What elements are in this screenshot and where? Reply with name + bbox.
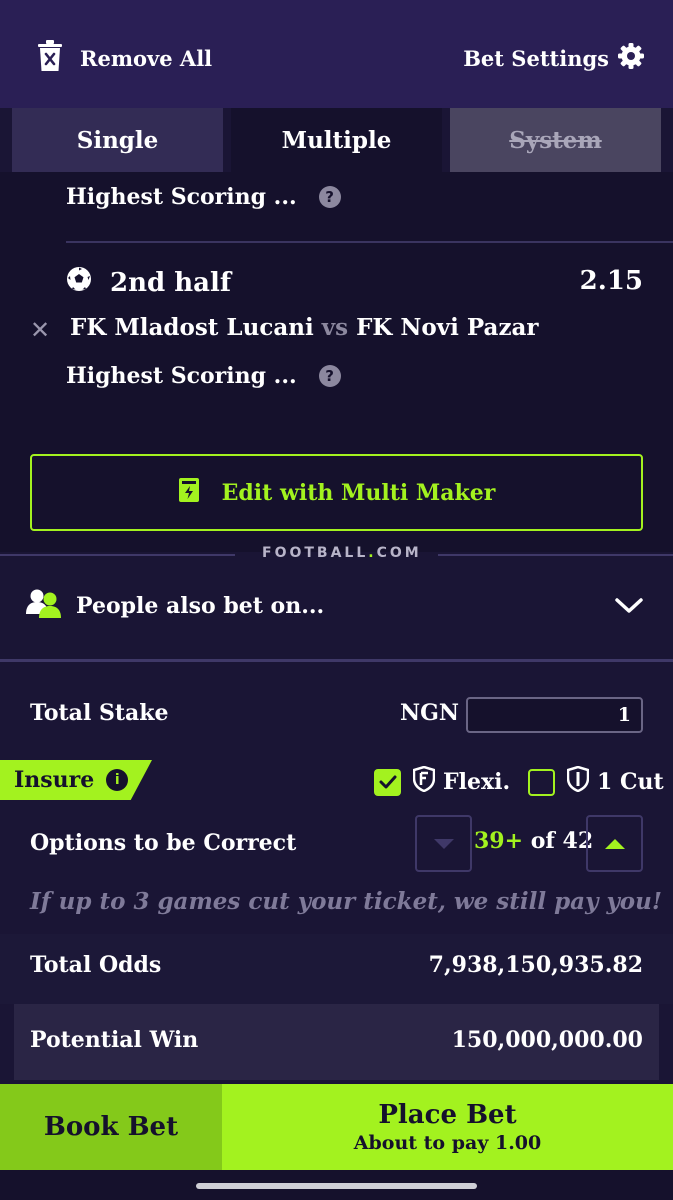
brand-logo: FOOTBALL.COM (262, 545, 419, 561)
flexi-icon (412, 765, 436, 798)
edit-multi-maker-button[interactable]: Edit with Multi Maker (30, 454, 643, 531)
bet-divider (66, 241, 673, 243)
total-stake-label: Total Stake (30, 700, 169, 726)
section-divider (0, 659, 673, 662)
bet-settings-button[interactable]: Bet Settings (463, 38, 645, 78)
tab-multiple[interactable]: Multiple (231, 108, 442, 172)
one-cut-checkbox[interactable] (528, 768, 555, 796)
away-team: FK Novi Pazar (356, 314, 539, 341)
bet-market: Highest Scoring ... ? (66, 184, 341, 210)
insure-label: Insure (14, 767, 95, 793)
flexi-label: Flexi. (443, 769, 511, 795)
trash-icon (36, 39, 64, 78)
one-cut-label: 1 Cut (597, 769, 664, 795)
match-teams: FK Mladost Lucani vs FK Novi Pazar (70, 314, 539, 341)
tab-system: System (450, 108, 661, 172)
multi-maker-label: Edit with Multi Maker (221, 479, 496, 506)
brand-dot: . (368, 545, 377, 561)
soccer-ball-icon (66, 266, 92, 299)
people-icon (26, 588, 62, 624)
selection-label: 2nd half (110, 267, 232, 298)
bet-settings-label: Bet Settings (463, 45, 609, 71)
options-correct-count: 39+ (474, 828, 524, 854)
currency-label: NGN (400, 700, 460, 726)
increment-button[interactable] (586, 815, 643, 872)
chevron-down-icon[interactable] (614, 596, 644, 620)
home-team: FK Mladost Lucani (70, 314, 314, 341)
people-also-bet-label: People also bet on... (76, 593, 325, 619)
total-odds-label: Total Odds (30, 952, 162, 978)
flexi-checkbox[interactable] (374, 768, 401, 796)
options-correct-value: 39+ of 42 (474, 828, 593, 854)
multi-maker-icon (178, 477, 200, 509)
brand-left: FOOTBALL (262, 545, 369, 561)
total-odds-value: 7,938,150,935.82 (428, 952, 643, 978)
one-cut-option[interactable]: 1 Cut (528, 765, 664, 798)
bet-market: Highest Scoring ... ? (66, 363, 341, 389)
book-bet-button[interactable]: Book Bet (0, 1084, 222, 1170)
gear-icon (617, 42, 645, 75)
people-also-bet-toggle[interactable]: People also bet on... (26, 588, 324, 624)
remove-all-button[interactable]: Remove All (36, 38, 212, 78)
flexi-option[interactable]: Flexi. (374, 765, 511, 798)
options-correct-label: Options to be Correct (30, 830, 297, 856)
bet-selection: 2nd half (66, 266, 231, 299)
place-bet-subtext: About to pay 1.00 (353, 1132, 542, 1154)
brand-divider (0, 554, 235, 556)
decrement-button[interactable] (415, 815, 472, 872)
place-bet-button[interactable]: Place Bet About to pay 1.00 (222, 1084, 673, 1170)
potential-win-value: 150,000,000.00 (451, 1027, 643, 1053)
help-icon[interactable]: ? (318, 186, 341, 208)
remove-all-label: Remove All (80, 45, 213, 71)
place-bet-label: Place Bet (378, 1100, 517, 1130)
insure-badge[interactable]: Insure i (0, 760, 152, 800)
brand-right: COM (376, 545, 422, 561)
tab-single[interactable]: Single (12, 108, 223, 172)
book-bet-label: Book Bet (43, 1112, 179, 1142)
bet-market-label: Highest Scoring ... (66, 184, 297, 210)
selection-odds: 2.15 (579, 266, 643, 296)
guarantee-text: If up to 3 games cut your ticket, we sti… (30, 888, 662, 915)
bet-market-label: Highest Scoring ... (66, 363, 297, 389)
brand-divider (438, 554, 673, 556)
options-correct-total: of 42 (530, 828, 594, 854)
one-cut-icon (566, 765, 590, 798)
potential-win-label: Potential Win (30, 1027, 199, 1053)
info-icon[interactable]: i (106, 769, 129, 791)
home-indicator[interactable] (196, 1183, 477, 1189)
vs-label: vs (321, 314, 349, 341)
stake-input[interactable] (466, 697, 643, 733)
remove-selection-icon[interactable]: ✕ (30, 316, 50, 344)
help-icon[interactable]: ? (318, 365, 341, 387)
